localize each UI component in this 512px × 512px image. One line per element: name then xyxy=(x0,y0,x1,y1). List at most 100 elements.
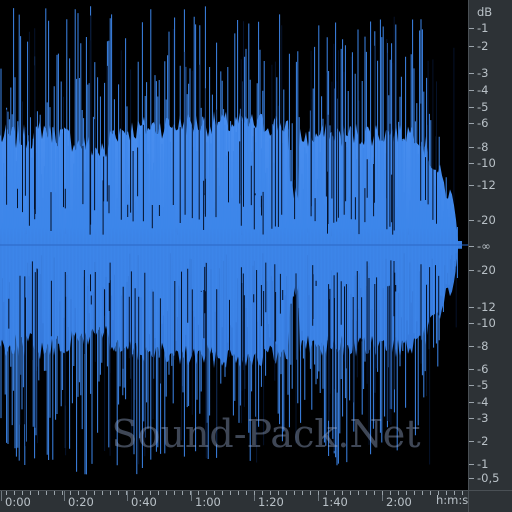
time-minor-tick xyxy=(238,491,239,495)
time-minor-tick xyxy=(158,491,159,495)
time-minor-tick xyxy=(142,491,143,495)
time-major-tick xyxy=(191,491,192,501)
db-tick xyxy=(469,28,474,29)
time-minor-tick xyxy=(14,491,15,495)
time-minor-tick xyxy=(206,491,207,495)
db-tick-label: -2 xyxy=(477,39,489,53)
time-major-tick xyxy=(64,491,65,501)
db-tick xyxy=(469,73,474,74)
db-tick-label: -6 xyxy=(477,362,489,376)
time-minor-tick xyxy=(46,491,47,495)
time-minor-tick xyxy=(350,491,351,495)
db-tick-label: -10 xyxy=(477,316,496,330)
time-minor-tick xyxy=(214,491,215,495)
db-tick xyxy=(469,147,474,148)
db-tick-label: -3 xyxy=(477,411,489,425)
time-minor-tick xyxy=(430,491,431,495)
time-minor-tick xyxy=(62,491,63,495)
db-tick-label: -12 xyxy=(477,178,496,192)
time-minor-tick xyxy=(398,491,399,495)
db-tick-label: -4 xyxy=(477,83,489,97)
time-minor-tick xyxy=(358,491,359,495)
db-tick-label: -6 xyxy=(477,116,489,130)
time-minor-tick xyxy=(78,491,79,495)
waveform-editor: Sound-Pack.Net dB -1 -2 -3 -4 -5 -6 -8 -10 -12 -2… xyxy=(0,0,512,512)
db-tick-label: -10 xyxy=(477,156,496,170)
time-tick-label: 0:40 xyxy=(131,495,157,509)
db-tick-label: -5 xyxy=(477,100,489,114)
time-minor-tick xyxy=(118,491,119,495)
db-tick-label: -1 xyxy=(477,457,489,471)
db-tick-label: -5 xyxy=(477,378,489,392)
time-minor-tick xyxy=(318,491,319,495)
db-tick xyxy=(469,478,474,479)
time-minor-tick xyxy=(278,491,279,495)
db-tick xyxy=(469,246,474,247)
db-tick-label: -∞ xyxy=(477,239,491,253)
time-tick-label: 0:20 xyxy=(68,495,94,509)
time-minor-tick xyxy=(126,491,127,495)
time-unit-label: h:m:s xyxy=(436,493,469,507)
time-minor-tick xyxy=(390,491,391,495)
ruler-corner xyxy=(468,490,512,512)
time-minor-tick xyxy=(254,491,255,495)
time-minor-tick xyxy=(54,491,55,495)
time-minor-tick xyxy=(382,491,383,495)
time-minor-tick xyxy=(246,491,247,495)
time-ruler[interactable]: 0:00 0:20 0:40 1:00 1:20 1:40 2:00 xyxy=(0,490,468,512)
db-tick-label: -1 xyxy=(477,21,489,35)
time-minor-tick xyxy=(30,491,31,495)
db-tick xyxy=(469,123,474,124)
time-minor-tick xyxy=(134,491,135,495)
time-tick-label: 0:00 xyxy=(5,495,31,509)
db-tick xyxy=(469,46,474,47)
waveform-display[interactable] xyxy=(0,0,468,490)
time-minor-tick xyxy=(326,491,327,495)
waveform-peaks xyxy=(0,6,458,475)
time-tick-label: 1:00 xyxy=(195,495,221,509)
time-major-tick xyxy=(1,491,2,501)
db-tick-label: -20 xyxy=(477,263,496,277)
time-minor-tick xyxy=(414,491,415,495)
db-tick xyxy=(469,418,474,419)
db-tick-label: -0,5 xyxy=(477,471,500,485)
db-tick xyxy=(469,346,474,347)
time-minor-tick xyxy=(38,491,39,495)
db-tick-label: -2 xyxy=(477,434,489,448)
time-minor-tick xyxy=(110,491,111,495)
db-tick xyxy=(469,163,474,164)
time-minor-tick xyxy=(286,491,287,495)
time-minor-tick xyxy=(166,491,167,495)
time-minor-tick xyxy=(342,491,343,495)
db-tick xyxy=(469,323,474,324)
time-minor-tick xyxy=(302,491,303,495)
time-minor-tick xyxy=(174,491,175,495)
time-major-tick xyxy=(127,491,128,501)
db-tick xyxy=(469,307,474,308)
time-minor-tick xyxy=(422,491,423,495)
time-minor-tick xyxy=(22,491,23,495)
time-minor-tick xyxy=(262,491,263,495)
time-minor-tick xyxy=(182,491,183,495)
time-tick-label: 2:00 xyxy=(386,495,412,509)
db-scale: dB -1 -2 -3 -4 -5 -6 -8 -10 -12 -20 -∞ -20 -12 -10 -8 -… xyxy=(468,0,512,490)
db-tick xyxy=(469,441,474,442)
db-tick xyxy=(469,385,474,386)
db-unit-label: dB xyxy=(477,5,493,19)
db-tick-label: -12 xyxy=(477,300,496,314)
db-tick-label: -4 xyxy=(477,395,489,409)
time-minor-tick xyxy=(366,491,367,495)
time-minor-tick xyxy=(374,491,375,495)
time-minor-tick xyxy=(334,491,335,495)
time-minor-tick xyxy=(310,491,311,495)
time-minor-tick xyxy=(270,491,271,495)
time-minor-tick xyxy=(230,491,231,495)
db-tick xyxy=(469,369,474,370)
db-tick-label: -8 xyxy=(477,339,489,353)
db-tick-label: -20 xyxy=(477,213,496,227)
time-minor-tick xyxy=(222,491,223,495)
time-minor-tick xyxy=(86,491,87,495)
db-tick xyxy=(469,107,474,108)
time-minor-tick xyxy=(94,491,95,495)
time-minor-tick xyxy=(190,491,191,495)
